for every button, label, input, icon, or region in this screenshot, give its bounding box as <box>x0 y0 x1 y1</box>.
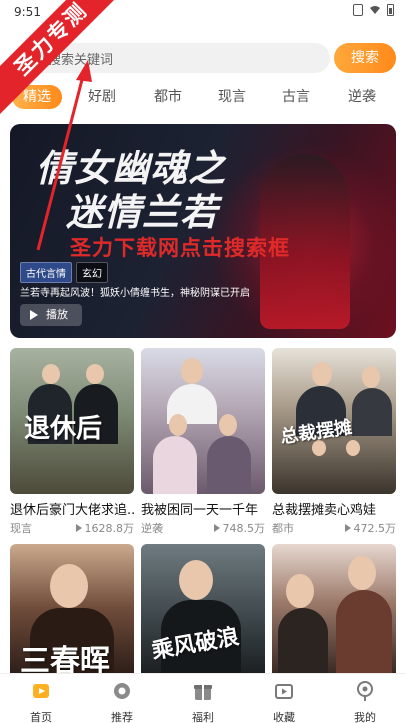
drama-poster <box>141 348 265 494</box>
card-meta: 逆袭 748.5万 <box>141 520 265 536</box>
nav-label: 福利 <box>192 711 214 723</box>
drama-poster: 退休后 <box>10 348 134 494</box>
play-count: 748.5万 <box>222 522 266 535</box>
home-icon <box>33 684 49 698</box>
play-count-icon <box>75 524 82 532</box>
banner-description: 兰若寺再起风波！狐妖小倩缠书生，神秘阴谋已开启 <box>20 288 250 299</box>
poster-text: 三春晖 <box>20 644 110 673</box>
card-genre: 现言 <box>10 522 32 535</box>
banner-watermark: 圣力下载网点击搜索框 <box>70 236 290 260</box>
status-icons <box>353 4 394 16</box>
drama-card[interactable]: 总裁摆摊 总裁摆摊卖心鸡娃 都市 472.5万 <box>272 348 396 536</box>
tab-modern-romance[interactable]: 现言 <box>210 85 254 109</box>
drama-card[interactable]: 退休后 退休后豪门大佬求追... 现言 1628.8万 <box>10 348 134 536</box>
card-title: 总裁摆摊卖心鸡娃 <box>272 503 377 518</box>
nav-home[interactable]: 首页 <box>11 680 71 723</box>
drama-poster: 总裁摆摊 <box>272 348 396 494</box>
banner-tags: 古代言情 玄幻 <box>20 262 108 283</box>
profile-icon <box>357 681 373 701</box>
card-plays: 748.5万 <box>213 520 266 536</box>
search-button[interactable]: 搜索 <box>334 43 396 73</box>
nav-welfare[interactable]: 福利 <box>173 680 233 723</box>
card-genre: 逆袭 <box>141 522 163 535</box>
play-count: 1628.8万 <box>84 522 135 535</box>
drama-poster: 三春晖 <box>10 544 134 673</box>
play-count: 472.5万 <box>353 522 397 535</box>
nav-favorites[interactable]: 收藏 <box>254 680 314 723</box>
card-plays: 472.5万 <box>344 520 397 536</box>
card-genre: 都市 <box>272 522 294 535</box>
nav-label: 首页 <box>30 711 52 723</box>
drama-card[interactable]: 三春晖 <box>10 544 134 673</box>
annotation-arrow-icon <box>36 60 92 251</box>
nav-label: 收藏 <box>273 711 295 723</box>
status-time: 9:51 <box>14 5 41 19</box>
drama-card[interactable] <box>272 544 396 673</box>
tab-ancient-romance[interactable]: 古言 <box>274 85 318 109</box>
gear-icon <box>114 683 130 699</box>
banner-tag: 古代言情 <box>20 262 72 283</box>
drama-card[interactable]: 我被困同一天一千年 逆袭 748.5万 <box>141 348 265 536</box>
tab-urban[interactable]: 都市 <box>146 85 190 109</box>
battery-icon <box>387 4 394 16</box>
wifi-icon <box>370 6 380 14</box>
nav-recommend[interactable]: 推荐 <box>92 680 152 723</box>
play-button[interactable]: 播放 <box>20 304 82 326</box>
drama-poster: 乘风破浪 <box>141 544 265 673</box>
gift-icon <box>194 685 212 700</box>
poster-text: 退休后 <box>24 414 103 444</box>
banner-tag: 玄幻 <box>76 262 108 283</box>
drama-card[interactable]: 乘风破浪 <box>141 544 265 673</box>
bottom-nav: 首页 推荐 福利 收藏 我的 <box>0 673 406 723</box>
play-count-icon <box>344 524 351 532</box>
vibrate-icon <box>353 4 363 16</box>
card-meta: 现言 1628.8万 <box>10 520 134 536</box>
card-meta: 都市 472.5万 <box>272 520 396 536</box>
poster-text: 总裁摆摊 <box>279 417 354 448</box>
drama-poster <box>272 544 396 673</box>
tab-comeback[interactable]: 逆袭 <box>340 85 384 109</box>
card-title: 我被困同一天一千年 <box>141 503 259 518</box>
card-plays: 1628.8万 <box>75 520 135 536</box>
card-title: 退休后豪门大佬求追... <box>10 503 134 518</box>
nav-label: 推荐 <box>111 711 133 723</box>
app-screen: 9:51 圣力专测 搜索关键词 搜索 精选 好剧 都市 现言 古言 逆袭 倩女幽… <box>0 0 406 723</box>
nav-profile[interactable]: 我的 <box>335 680 395 723</box>
play-label: 播放 <box>46 308 68 321</box>
tv-icon <box>275 684 293 699</box>
play-icon <box>30 310 38 320</box>
nav-label: 我的 <box>354 711 376 723</box>
play-count-icon <box>213 524 220 532</box>
